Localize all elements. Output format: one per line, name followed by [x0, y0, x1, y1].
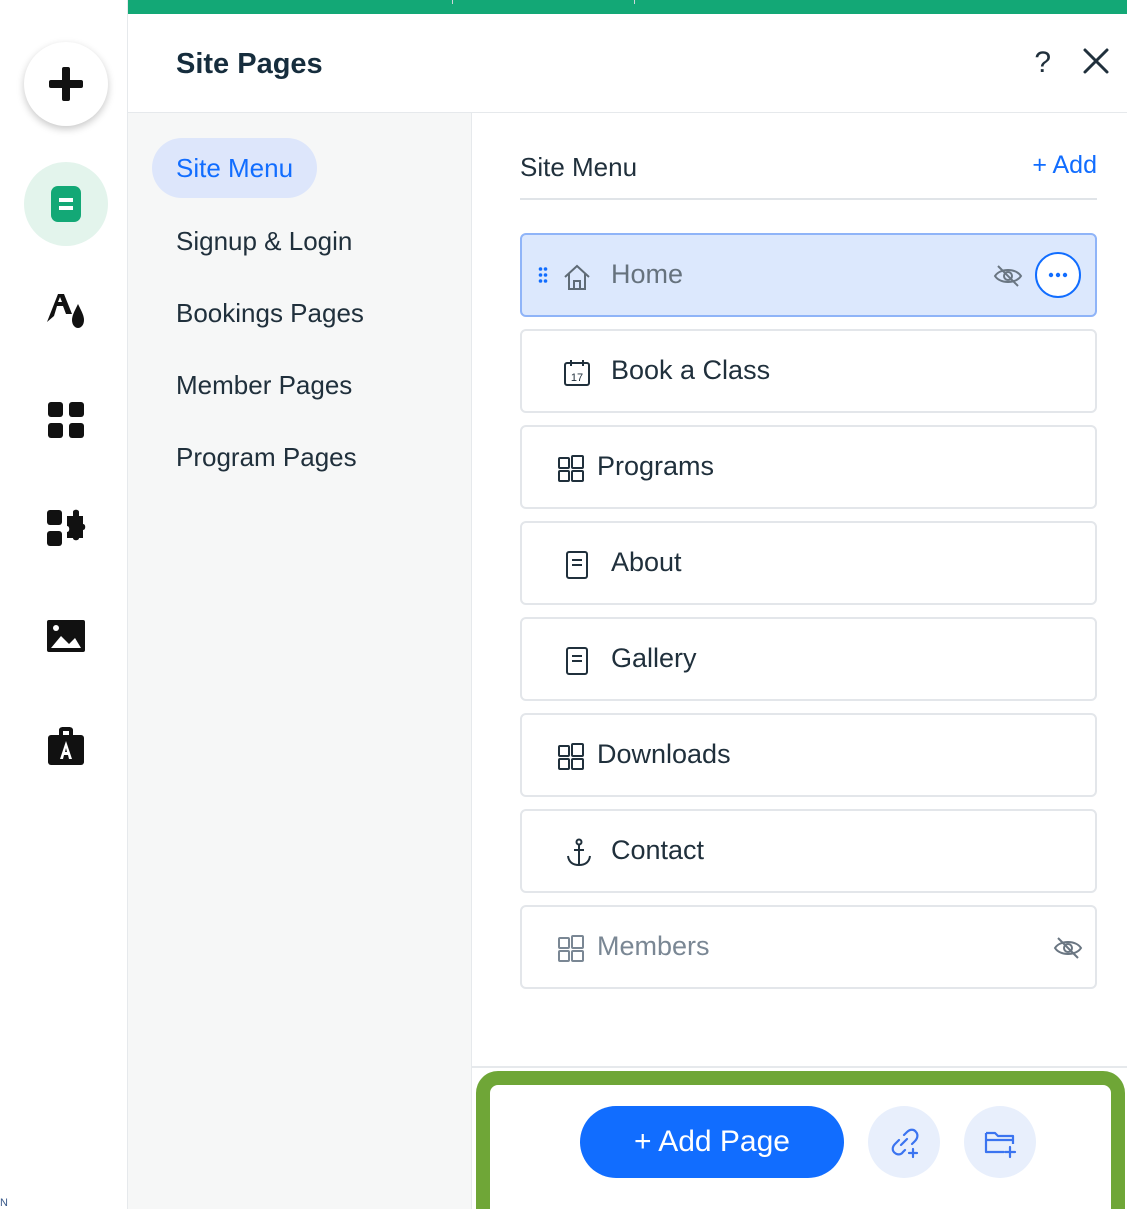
apps-grid-icon	[48, 402, 84, 438]
puzzle-icon	[47, 509, 86, 546]
theme-icon	[47, 294, 84, 328]
home-icon	[564, 264, 590, 290]
page-label: Contact	[611, 835, 705, 865]
footer-divider	[472, 1066, 1127, 1068]
category-bookings-pages[interactable]: Bookings Pages	[152, 283, 388, 343]
briefcase-icon	[48, 727, 84, 765]
business-tools-button[interactable]	[24, 486, 108, 570]
divider	[520, 198, 1097, 200]
page-item-home[interactable]: Home	[520, 233, 1097, 317]
progress-accent-bar	[128, 0, 1127, 14]
page-title: Site Pages	[176, 48, 323, 80]
document-icon	[566, 551, 588, 579]
more-dots-icon	[1048, 272, 1068, 278]
corner-glyph: N	[0, 1197, 8, 1209]
panel-header: Site Pages ?	[128, 14, 1127, 113]
page-label: Downloads	[597, 739, 731, 769]
drag-handle-icon[interactable]	[538, 265, 548, 285]
accent-divider	[452, 0, 453, 4]
page-item-about[interactable]: About	[520, 521, 1097, 605]
page-icon	[51, 186, 81, 222]
category-program-pages[interactable]: Program Pages	[152, 427, 381, 487]
app-page-icon	[558, 935, 584, 962]
page-label: Home	[611, 259, 684, 289]
app-page-icon	[558, 455, 584, 482]
hidden-eye-icon[interactable]	[1053, 935, 1083, 961]
page-label: Programs	[597, 451, 715, 481]
add-link-icon	[891, 1128, 919, 1159]
page-label: Gallery	[611, 643, 697, 673]
image-icon	[47, 620, 85, 652]
category-site-menu[interactable]: Site Menu	[152, 138, 318, 198]
add-link-button[interactable]	[868, 1106, 940, 1178]
accent-divider	[634, 0, 635, 4]
apps-button[interactable]	[24, 378, 108, 462]
page-item-contact[interactable]: Contact	[520, 809, 1097, 893]
page-item-downloads[interactable]: Downloads	[520, 713, 1097, 797]
page-label: Book a Class	[611, 355, 771, 385]
media-button[interactable]	[24, 594, 108, 678]
site-menu-panel: Site Menu + Add Home 17 Book a Class Pro…	[472, 113, 1127, 1209]
category-member-pages[interactable]: Member Pages	[152, 355, 376, 415]
left-toolbar: N	[0, 0, 128, 1209]
page-label: Members	[597, 931, 710, 961]
page-item-programs[interactable]: Programs	[520, 425, 1097, 509]
page-label: About	[611, 547, 682, 577]
more-actions-button[interactable]	[1035, 252, 1081, 298]
svg-text:17: 17	[571, 372, 583, 384]
plus-icon	[49, 67, 83, 101]
category-signup-login[interactable]: Signup & Login	[152, 211, 376, 271]
document-icon	[566, 647, 588, 675]
add-elements-button[interactable]	[24, 42, 108, 126]
page-item-members[interactable]: Members	[520, 905, 1097, 989]
add-page-button[interactable]: + Add Page	[580, 1106, 844, 1178]
portfolio-button[interactable]	[24, 704, 108, 788]
app-page-icon	[558, 743, 584, 770]
anchor-icon	[567, 838, 591, 867]
add-folder-icon	[984, 1131, 1017, 1159]
category-list: Site Menu Signup & Login Bookings Pages …	[128, 113, 472, 1209]
add-folder-button[interactable]	[964, 1106, 1036, 1178]
design-button[interactable]	[24, 268, 108, 352]
page-item-gallery[interactable]: Gallery	[520, 617, 1097, 701]
add-menu-item-link[interactable]: + Add	[1032, 151, 1097, 180]
calendar-icon: 17	[564, 360, 590, 386]
close-icon[interactable]	[1079, 44, 1113, 78]
help-button[interactable]: ?	[1034, 46, 1051, 80]
section-title: Site Menu	[520, 152, 638, 182]
hidden-eye-icon[interactable]	[993, 263, 1023, 289]
page-item-book-a-class[interactable]: 17 Book a Class	[520, 329, 1097, 413]
pages-button[interactable]	[24, 162, 108, 246]
